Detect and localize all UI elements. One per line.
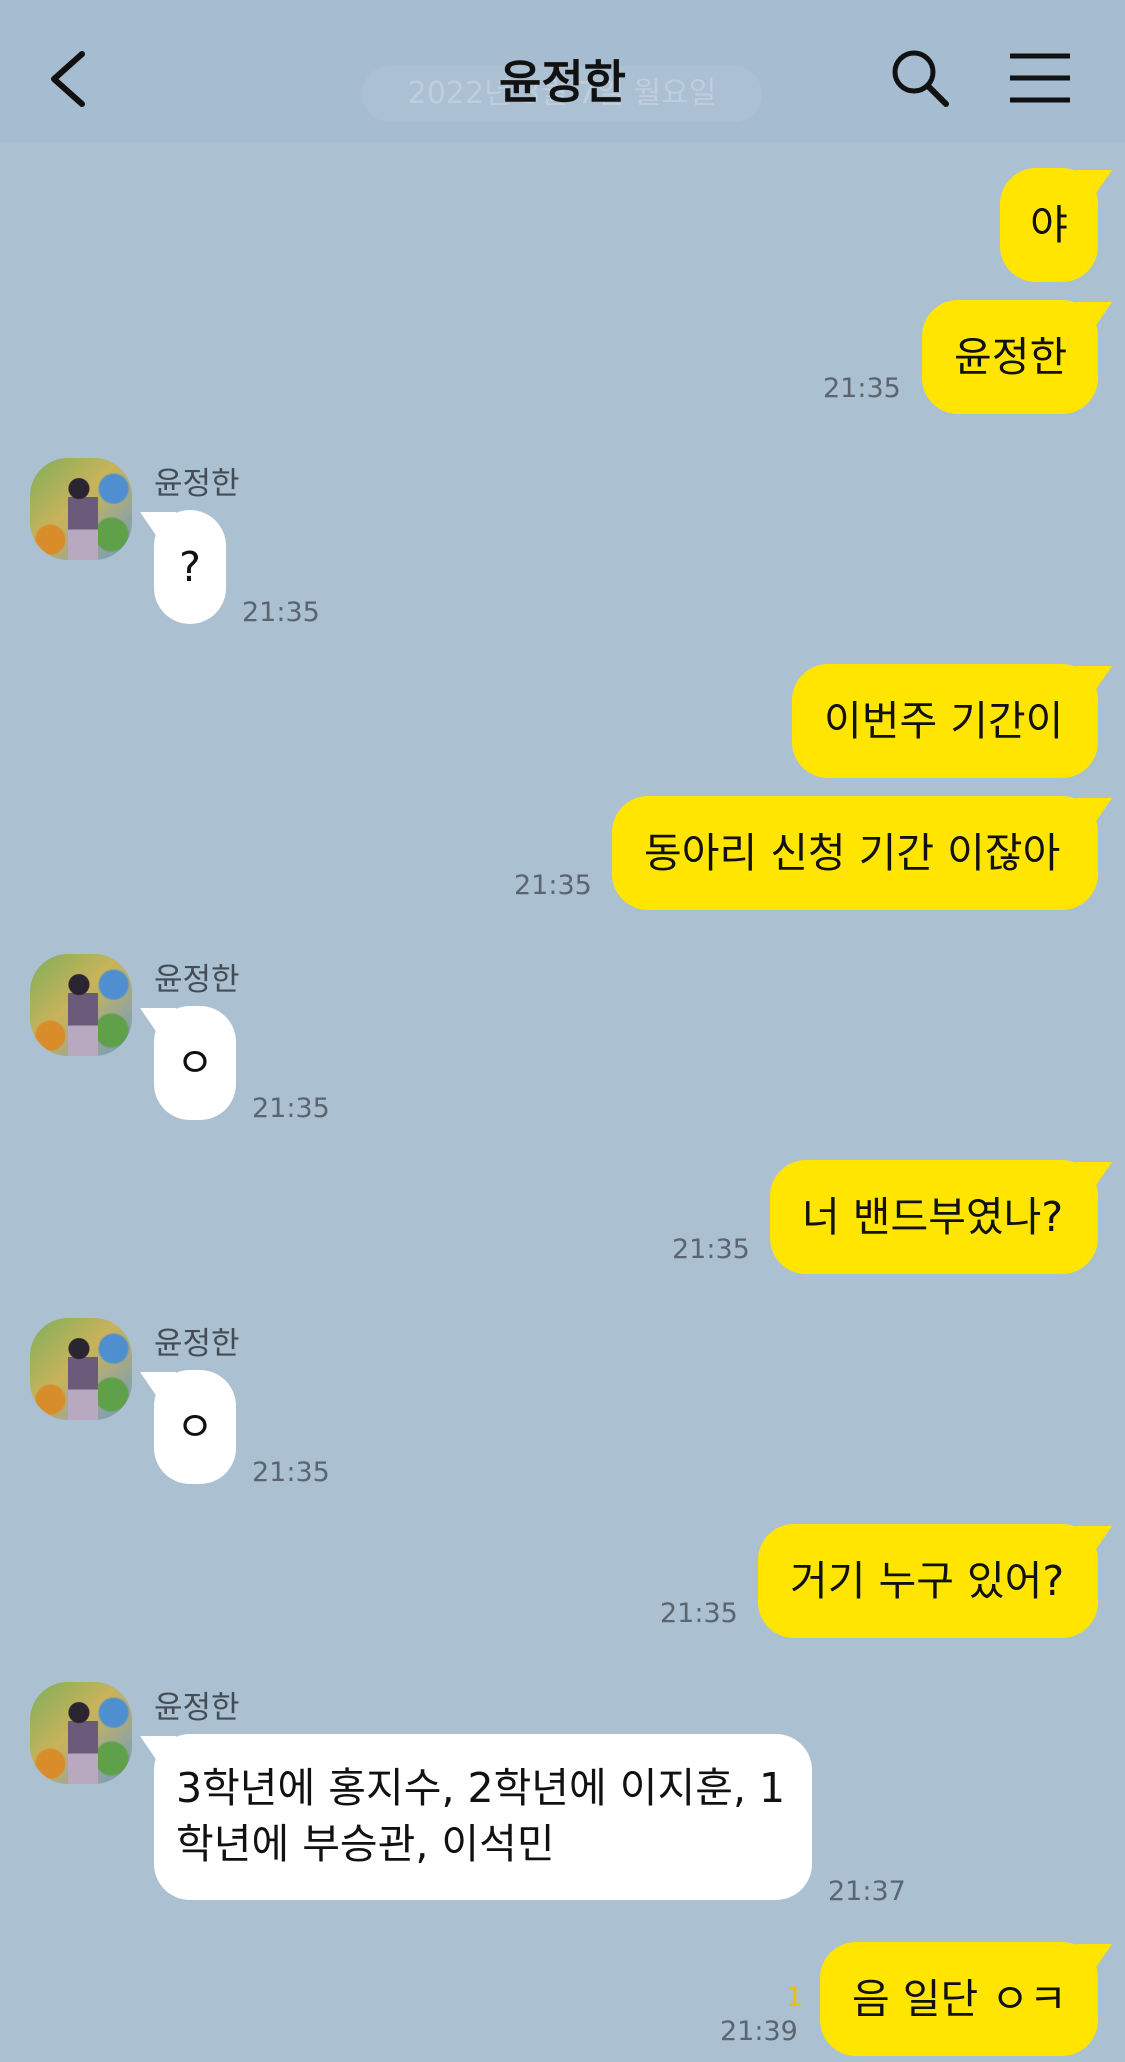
contact-avatar[interactable]	[30, 954, 132, 1056]
contact-avatar[interactable]	[30, 1682, 132, 1784]
message-time: 21:35	[660, 1598, 738, 1629]
message-time: 21:35	[242, 597, 320, 628]
search-icon[interactable]	[890, 48, 950, 108]
message-bubble-outgoing[interactable]: 동아리 신청 기간 이잖아	[612, 796, 1098, 910]
message-bubble-outgoing[interactable]: 음 일단 ㅇㅋ	[820, 1942, 1098, 2056]
menu-icon[interactable]	[1008, 52, 1072, 104]
message-time: 21:35	[252, 1457, 330, 1488]
message-bubble-outgoing[interactable]: 거기 누구 있어?	[758, 1524, 1098, 1638]
message-bubble-outgoing[interactable]: 이번주 기간이	[792, 664, 1098, 778]
sender-name: 윤정한	[154, 1690, 240, 1726]
message-time: 21:39	[720, 2016, 798, 2047]
message-bubble-outgoing[interactable]: 야	[1000, 168, 1098, 282]
sender-name: 윤정한	[154, 962, 240, 998]
sender-name: 윤정한	[154, 1326, 240, 1362]
message-bubble-outgoing[interactable]: 너 밴드부였나?	[770, 1160, 1098, 1274]
message-time: 21:35	[672, 1234, 750, 1265]
sender-name: 윤정한	[154, 466, 240, 502]
message-bubble-incoming[interactable]: ㅇ	[154, 1006, 236, 1120]
message-bubble-outgoing[interactable]: 윤정한	[922, 300, 1098, 414]
unread-count: 1	[786, 1982, 804, 2013]
contact-avatar[interactable]	[30, 458, 132, 560]
message-bubble-incoming[interactable]: ㅇ	[154, 1370, 236, 1484]
message-time: 21:37	[828, 1876, 906, 1907]
message-bubble-incoming[interactable]: 3학년에 홍지수, 2학년에 이지훈, 1학년에 부승관, 이석민	[154, 1734, 812, 1900]
contact-avatar[interactable]	[30, 1318, 132, 1420]
chat-title: 윤정한	[499, 55, 626, 109]
message-time: 21:35	[252, 1093, 330, 1124]
message-time: 21:35	[823, 373, 901, 404]
message-time: 21:35	[514, 870, 592, 901]
chat-header: 2022년 3월 7일 월요일 윤정한	[0, 0, 1125, 142]
message-bubble-incoming[interactable]: ?	[154, 510, 226, 624]
